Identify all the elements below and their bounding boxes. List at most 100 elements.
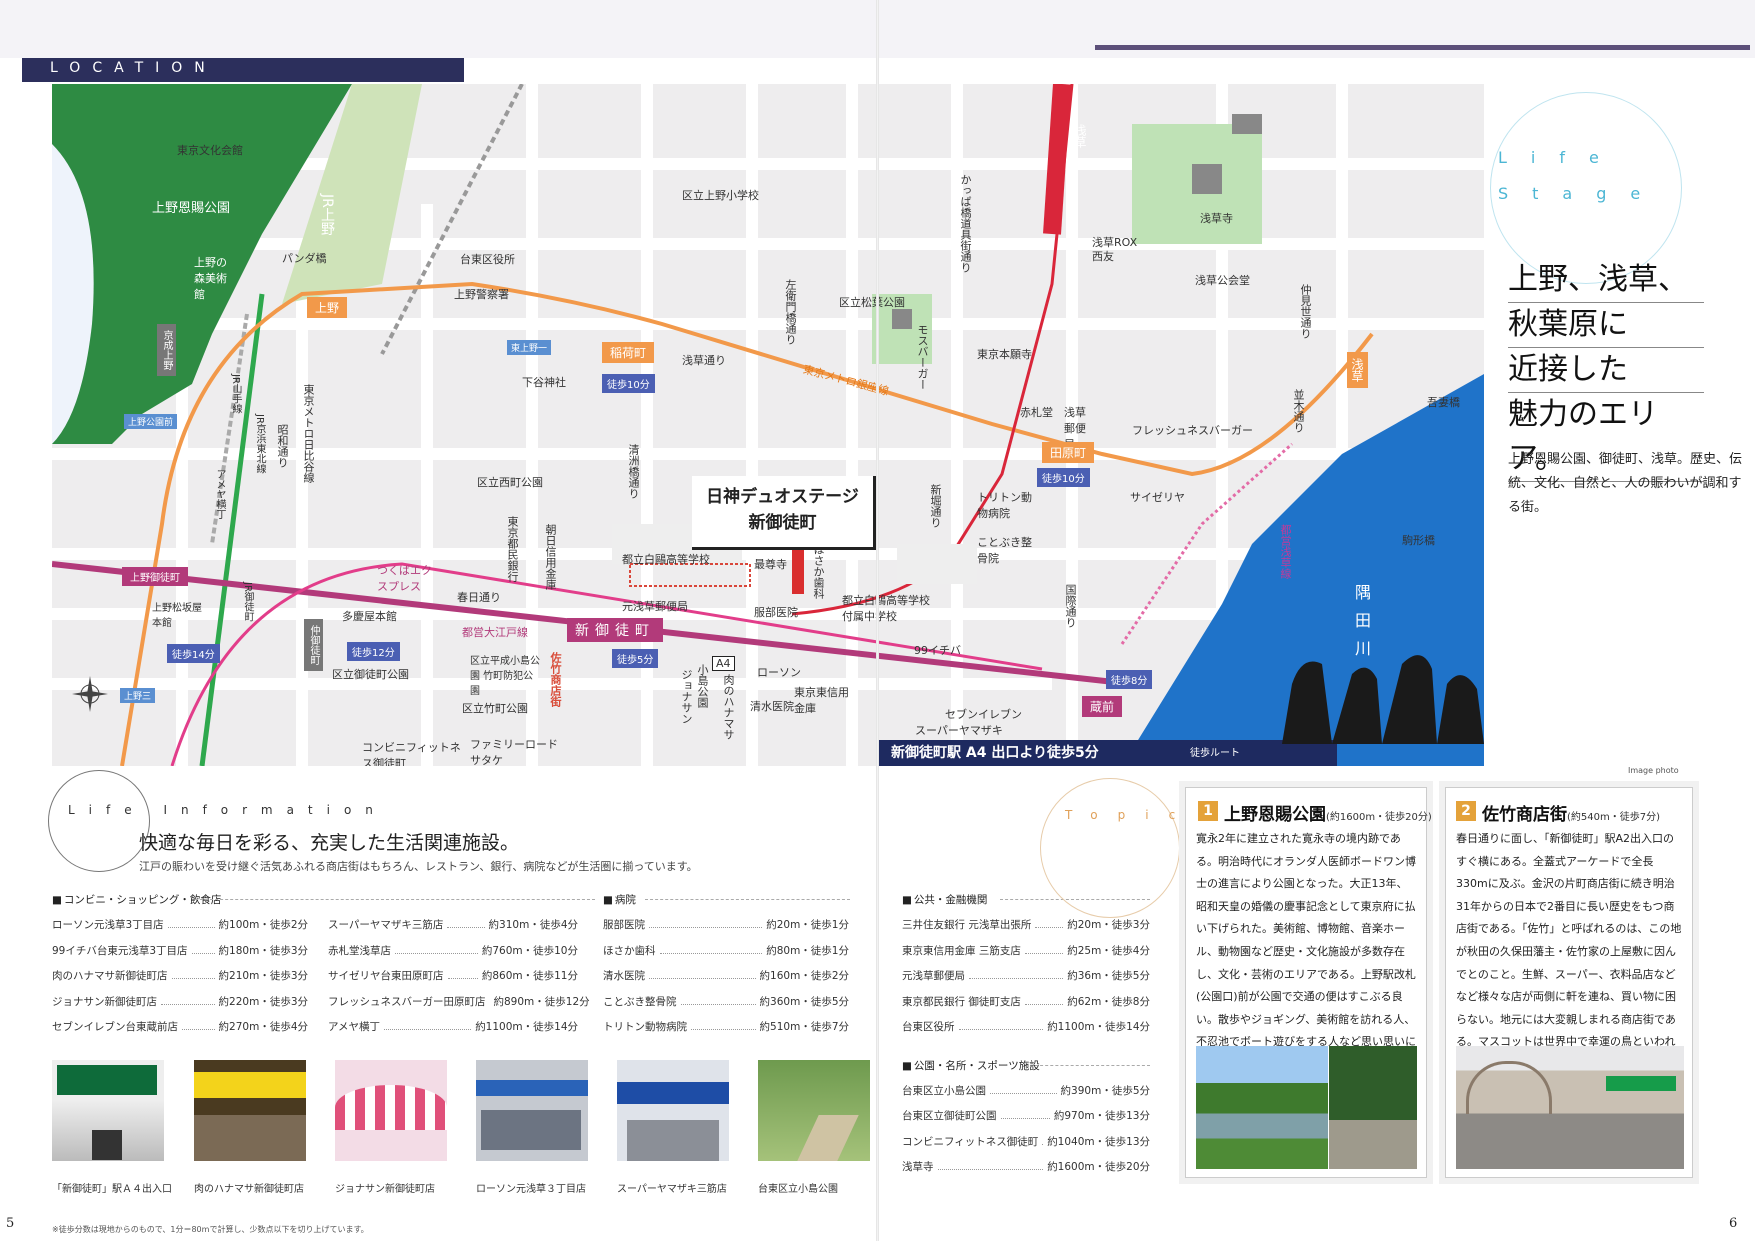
photo-yamazaki <box>617 1060 729 1161</box>
page-number-right: 6 <box>1729 1216 1738 1231</box>
topic-photo-park-path <box>1329 1046 1417 1169</box>
image-photo-note: Image photo <box>1628 766 1679 775</box>
property-label: 日神デュオステージ 新御徒町 <box>692 476 876 550</box>
label-komagata: 駒形橋 <box>1402 534 1435 547</box>
label-heisei-park: 区立平成小島公園 竹町防犯公園 <box>470 656 540 697</box>
list-item: 赤札堂浅草店 約760m・徒歩10分 <box>328 945 578 957</box>
topic-card-ueno-park: 1 上野恩賜公園(約1600m・徒歩20分) 寛永2年に建立された寛永寺の境内跡… <box>1185 787 1432 1178</box>
list-item: 三井住友銀行 元浅草出張所 約20m・徒歩3分 <box>902 919 1150 931</box>
topic-body: 春日通りに面し、「新御徒町」駅A2出入口のすぐ横にある。全蓋式アーケードで全長3… <box>1456 832 1682 1071</box>
photo-lawson <box>476 1060 588 1161</box>
label-hakuo-high: 都立白鷗高等学校 <box>622 553 710 566</box>
label-asakusa-hall: 浅草公会堂 <box>1195 274 1250 287</box>
list-item: 肉のハナマサ新御徒町店 約210m・徒歩3分 <box>52 970 308 982</box>
photo-caption: 肉のハナマサ新御徒町店 <box>194 1184 304 1195</box>
label-jr-ueno: JR上野 <box>319 194 335 236</box>
list-item: 浅草寺 約1600m・徒歩20分 <box>902 1161 1150 1173</box>
label-ichiba99: 99イチバ <box>914 644 961 657</box>
label-sakai-inari: 左衛門橋通り <box>784 279 797 345</box>
label-kotobuki: ことぶき整骨院 <box>977 536 1032 565</box>
label-shinbori: 新堀通り <box>929 484 942 528</box>
label-oedo: 都営大江戸線 <box>462 626 528 639</box>
photo-nikuno-hanamasa <box>194 1060 306 1161</box>
station-asakusa-ginza: 浅草 <box>1347 352 1368 388</box>
label-saiho-ji: 最尊寺 <box>754 558 787 571</box>
topic-title: 上野恩賜公園(約1600m・徒歩20分) <box>1224 805 1432 825</box>
label-panda-bridge: パンダ橋 <box>282 252 327 265</box>
station-nakaokachimachi: 仲御徒町 <box>304 619 323 671</box>
label-triton: トリトン動物病院 <box>977 491 1032 520</box>
compass-icon <box>72 676 108 712</box>
divider <box>1035 1065 1150 1067</box>
topic-photo-fountain <box>1196 1046 1328 1169</box>
label-tokyo-higashi: 東京東信用金庫 <box>794 686 849 715</box>
list-item: 台東区立小島公園 約390m・徒歩5分 <box>902 1085 1150 1097</box>
label-tayama: 多慶屋本館 <box>342 610 397 623</box>
label-nami: 並木通り <box>1292 389 1305 433</box>
category-hospital: 病院 <box>603 892 636 907</box>
list-item: 東京都民銀行 御徒町支店 約62m・徒歩8分 <box>902 996 1150 1008</box>
stop-ueno-koen: 上野公園前 <box>124 414 178 429</box>
list-item: セブンイレブン台東蔵前店 約270m・徒歩4分 <box>52 1021 308 1033</box>
headline-line2: 秋葉原に <box>1508 303 1704 348</box>
photo-kojima-park <box>758 1060 870 1161</box>
label-seven: セブンイレブン <box>945 708 1022 721</box>
label-ueno-elem: 区立上野小学校 <box>682 189 759 202</box>
label-asakusa-temple: 浅草寺 <box>1200 212 1233 225</box>
headline-line1: 上野、浅草、 <box>1508 258 1704 303</box>
label-seiyu: 西友 <box>1092 250 1114 263</box>
list-item: ジョナサン新御徒町店 約220m・徒歩3分 <box>52 996 308 1008</box>
category-bank: 公共・金融機関 <box>902 892 988 907</box>
page-fold <box>876 0 879 1241</box>
label-akafuda: 赤札堂 <box>1020 406 1053 419</box>
photo-station-exit <box>52 1060 164 1161</box>
station-keisei-ueno: 京成上野 <box>157 324 176 376</box>
label-higashihonganji: 東京本願寺 <box>977 348 1032 361</box>
life-info-circle <box>48 770 150 872</box>
life-info-subtext: 江戸の賑わいを受け継ぐ活気あふれる商店街はもちろん、レストラン、銀行、病院などが… <box>139 860 698 873</box>
life-info-label: Life Information <box>68 803 387 817</box>
label-kojima-park: 小島公園 <box>696 664 709 708</box>
topics-circle <box>1040 778 1180 918</box>
divider <box>645 899 850 901</box>
list-item: 元浅草郵便局 約36m・徒歩5分 <box>902 970 1150 982</box>
statue-silhouette-image <box>1282 655 1484 744</box>
label-tsukuba: つくばエクスプレス <box>377 564 432 593</box>
label-shitaya: 下谷神社 <box>522 376 566 389</box>
stop-ueno-3: 上野三 <box>120 688 156 703</box>
area-map: 東京文化会館 上野恩賜公園 上野の森美術館 JR上野 パンダ橋 上野 京成上野 … <box>52 84 1484 766</box>
label-azumabashi: 吾妻橋 <box>1427 396 1460 409</box>
station-shinokachimachi: 新御徒町 <box>567 618 663 642</box>
label-ameya: アメヤ横丁 <box>214 469 225 519</box>
label-shimizu: 清水医院 <box>750 700 794 713</box>
label-asakusa-sta-red: 浅草 <box>1073 124 1087 148</box>
label-hakuo-jhs: 都立白鷗高等学校付属中学校 <box>842 594 930 623</box>
label-showa: 昭和通り <box>276 424 289 468</box>
divider <box>195 899 595 901</box>
label-kappabashi: かっぱ橋道具街通り <box>959 174 972 273</box>
label-saizeriya: サイゼリヤ <box>1130 491 1185 504</box>
list-item: 台東区役所 約1100m・徒歩14分 <box>902 1021 1150 1033</box>
category-park: 公園・名所・スポーツ施設 <box>902 1058 1040 1073</box>
list-item: 99イチバ台東元浅草3丁目店 約180m・徒歩3分 <box>52 945 308 957</box>
list-item: アメヤ横丁 約1100m・徒歩14分 <box>328 1021 578 1033</box>
photo-caption: 台東区立小島公園 <box>758 1184 838 1195</box>
label-ueno-park: 上野恩賜公園 <box>152 201 231 216</box>
list-item: 服部医院 約20m・徒歩1分 <box>603 919 849 931</box>
list-item: トリトン動物病院 約510m・徒歩7分 <box>603 1021 849 1033</box>
route-legend: 徒歩ルート <box>1190 748 1240 759</box>
label-nishimachi-park: 区立西町公園 <box>477 476 543 489</box>
topic-card-satake: 2 佐竹商店街(約540m・徒歩7分) 春日通りに面し、「新御徒町」駅A2出入口… <box>1445 787 1693 1178</box>
label-ueno-museum: 上野の森美術館 <box>194 256 227 301</box>
label-hattori: 服部医院 <box>754 606 798 619</box>
label-hosaka: ほさか歯科 <box>812 544 825 599</box>
label-asakusa-dori: 浅草通り <box>682 354 726 367</box>
label-jr-yamanote: JR山手線 <box>230 374 241 414</box>
list-item: 清水医院 約160m・徒歩2分 <box>603 970 849 982</box>
photo-caption: ジョナサン新御徒町店 <box>335 1184 435 1195</box>
headline-line3: 近接した <box>1508 348 1704 393</box>
label-motoasakusa-post: 元浅草郵便局 <box>622 600 688 613</box>
label-jonathan: ジョナサン <box>680 669 693 724</box>
label-yamazaki: スーパーヤマザキ <box>915 724 1003 737</box>
label-taito-office: 台東区役所 <box>460 253 515 266</box>
